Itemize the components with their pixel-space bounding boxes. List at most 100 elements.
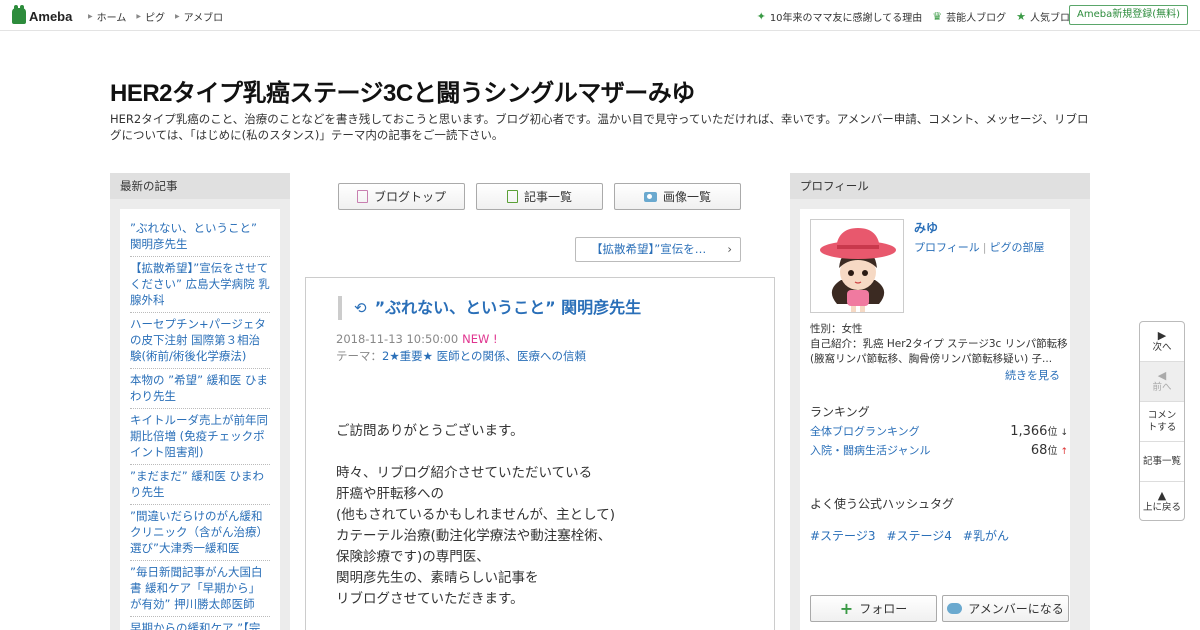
article-list-float-button[interactable]: 記事一覧 [1140,442,1184,482]
hashtag-heading: よく使う公式ハッシュタグ [810,497,955,511]
reverse-icon: ◀ [1157,368,1167,382]
triangle-right-icon: ▶ [136,13,141,20]
triangle-right-icon: ▶ [88,13,93,20]
article-list-button[interactable]: 記事一覧 [476,183,603,210]
triangle-up-icon: ▲ [1157,489,1167,502]
article-title[interactable]: ⟲ ”ぶれない、ということ” 関明彦先生 [338,296,641,320]
profile-intro: 自己紹介：乳癌 Her2タイプ ステージ3c リンパ節転移 (腋窩リンパ節転移、… [810,338,1068,365]
new-badge: NEW ! [462,332,498,346]
blog-top-label: ブログトップ [373,190,446,204]
article-theme: テーマ：2★重要★ 医師との関係、医療への信頼 [336,348,586,364]
overall-ranking-value: 1,366位 ↓ [1010,423,1068,439]
hashtag-link[interactable]: #乳がん [963,527,1009,544]
body-line: カテーテル治療(動注化学療法や動注塞栓術、 [336,528,612,544]
separator: | [982,241,987,254]
genre-ranking-value: 68位 ↑ [1031,442,1068,458]
list-item[interactable]: ”毎日新聞記事がん大国白書 緩和ケア「早期から」が有効” 押川勝太郎医師 [130,561,270,617]
previous-button[interactable]: ◀ 前へ [1140,362,1184,402]
amember-button[interactable]: アメンバーになる [942,595,1069,622]
document-icon [356,190,368,203]
list-item[interactable]: 【拡散希望】”宣伝をさせてください” 広島大学病院 乳腺外科 [130,257,270,313]
blog-nav-buttons: ブログトップ 記事一覧 画像一覧 [338,183,741,210]
comment-button[interactable]: コメントする [1140,402,1184,442]
hashtag-link[interactable]: #ステージ3 [810,527,875,544]
overall-ranking-link[interactable]: 全体ブログランキング [810,423,920,439]
overall-rank-number: 1,366 [1010,424,1048,439]
crown-icon: ♛ [932,10,943,23]
pig-room-link[interactable]: ピグの部屋 [990,241,1045,254]
profile-gender: 性別：女性 [810,323,863,335]
previous-article-link[interactable]: 【拡散希望】”宣伝を… › [575,237,741,262]
rank-unit: 位 [1047,446,1058,457]
play-icon: ▶ [1157,328,1167,342]
article-card: ⟲ ”ぶれない、ということ” 関明彦先生 2018-11-13 10:50:00 N… [305,277,775,630]
list-item[interactable]: ”まだまだ” 緩和医 ひまわり先生 [130,465,270,505]
list-item[interactable]: ”ぶれない、ということ” 関明彦先生 [130,217,270,257]
previous-label: 前へ [1152,381,1172,393]
top-bar: Ameba ▶ ホーム ▶ ピグ ▶ アメブロ ✦ 10年来のママ友に感謝してる理由 ♛… [0,0,1200,31]
follow-button[interactable]: + フォロー [810,595,937,622]
theme-label: テーマ： [336,349,382,363]
camera-icon [643,191,657,202]
genre-ranking-link[interactable]: 入院・闘病生活ジャンル [810,442,930,458]
back-to-top-button[interactable]: ▲ 上に戻る [1140,482,1184,522]
body-line: (他もされているかもしれませんが、主として) [336,507,616,523]
article-list-label: 記事一覧 [523,190,572,204]
celebrity-blog-label: 芸能人ブログ [946,13,1007,24]
image-list-button[interactable]: 画像一覧 [614,183,741,210]
image-list-label: 画像一覧 [662,190,711,204]
ranking-row-genre: 入院・闘病生活ジャンル 68位 ↑ [810,442,1068,458]
list-item[interactable]: キイトルーダ売上が前年同期比倍増 (免疫チェックポイント阻害剤) [130,409,270,465]
ranking-heading: ランキング [810,405,870,419]
blog-top-button[interactable]: ブログトップ [338,183,465,210]
theme-link[interactable]: 2★重要★ 医師との関係、医療への信頼 [382,349,586,363]
rank-unit: 位 [1047,427,1058,438]
list-item[interactable]: ハーセプチン+パージェタの皮下注射 国際第３相治験(術前/術後化学療法) [130,313,270,369]
featured-link[interactable]: ✦ 10年来のママ友に感謝してる理由 [757,9,923,24]
nav-ameblo-label: アメブロ [183,13,224,24]
arrow-up-icon: ↑ [1060,447,1068,457]
nav-pig[interactable]: ▶ ピグ [136,9,165,24]
hashtag-list: #ステージ3 #ステージ4 #乳がん [810,527,1009,544]
body-line [336,442,756,463]
article-date-text: 2018-11-13 10:50:00 [336,332,459,346]
top-nav: ▶ ホーム ▶ ピグ ▶ アメブロ [88,9,223,24]
list-item[interactable]: ”間違いだらけのがん緩和クリニック（含がん治療）選び”大津秀一緩和医 [130,505,270,561]
ameba-logo-icon [12,5,26,24]
register-button[interactable]: Ameba新規登録(無料) [1068,5,1188,25]
body-line: 肝癌や肝転移への [336,486,444,502]
chat-bubble-icon [947,603,963,614]
profile-name[interactable]: みゆ [914,219,938,236]
recent-articles-heading: 最新の記事 [110,173,290,199]
hashtag-link[interactable]: #ステージ4 [886,527,951,544]
profile-sidebar: プロフィール みゆ プロフィール | ピグの部屋 性別：女性 自己紹介：乳癌 H… [790,173,1090,630]
avatar[interactable] [810,219,904,313]
top-right-links: ✦ 10年来のママ友に感謝してる理由 ♛ 芸能人ブログ ★ 人気ブログ [757,9,1080,24]
star-icon: ★ [1016,10,1026,23]
celebrity-blog-link[interactable]: ♛ 芸能人ブログ [932,9,1006,24]
nav-home[interactable]: ▶ ホーム [88,9,126,24]
sparkle-icon: ✦ [756,10,766,23]
plus-icon: + [839,599,854,618]
list-item[interactable]: 本物の ”希望” 緩和医 ひまわり先生 [130,369,270,409]
blog-description: HER2タイプ乳癌のこと、治療のことなどを書き残しておこうと思います。ブログ初心… [110,112,1089,142]
body-line: 時々、リブログ紹介させていただいている [336,465,593,481]
nav-ameblo[interactable]: ▶ アメブロ [175,9,223,24]
profile-link[interactable]: プロフィール [914,241,980,254]
ameba-logo[interactable]: Ameba [12,5,73,25]
profile-panel: みゆ プロフィール | ピグの部屋 性別：女性 自己紹介：乳癌 Her2タイプ ステ… [800,209,1070,630]
floating-nav: ▶ 次へ ◀ 前へ コメントする 記事一覧 ▲ 上に戻る [1139,321,1185,521]
profile-info: 性別：女性 自己紹介：乳癌 Her2タイプ ステージ3c リンパ節転移 (腋窩リ… [810,322,1068,367]
nav-home-label: ホーム [96,13,127,24]
list-item[interactable]: 早期からの緩和ケア ”【完 [130,617,270,630]
ranking-row-overall: 全体ブログランキング 1,366位 ↓ [810,423,1068,439]
blog-title[interactable]: HER2タイプ乳癌ステージ3Cと闘うシングルマザーみゆ [110,73,695,108]
read-more-link[interactable]: 続きを見る [1005,367,1060,383]
next-button[interactable]: ▶ 次へ [1140,322,1184,362]
documents-icon [506,190,518,203]
chevron-right-icon: › [727,242,732,256]
previous-article-label: 【拡散希望】”宣伝を… [591,242,707,256]
logo-text: Ameba [29,8,73,24]
body-line: リブログさせていただきます。 [336,591,524,607]
comment-label: コメントする [1147,409,1177,433]
